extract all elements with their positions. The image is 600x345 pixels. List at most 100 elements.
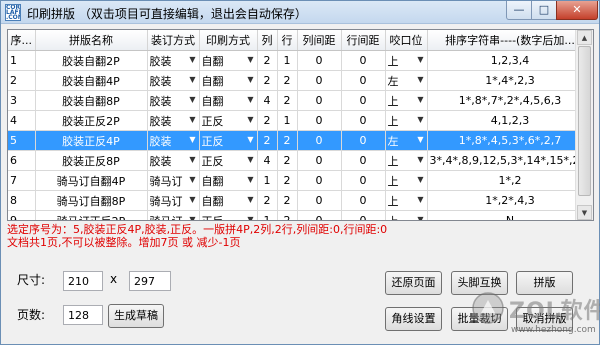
cell-no[interactable]: 3: [8, 90, 36, 111]
col-header-col-gap[interactable]: 列间距: [297, 30, 342, 51]
cell-grip[interactable]: 上 ▼: [385, 170, 428, 191]
impose-button[interactable]: 拼版: [516, 271, 573, 295]
table-row[interactable]: 4 胶装正反2P 胶装 ▼ 正反 ▼ 2 1 0 0 上 ▼ 4,1,2,3: [8, 110, 593, 131]
dropdown-arrow-icon[interactable]: ▼: [189, 155, 195, 164]
height-input[interactable]: 297: [129, 271, 171, 291]
cell-grip[interactable]: 上 ▼: [385, 190, 428, 211]
cell-order[interactable]: 3*,4*,8,9,12,5,3*,14*,15*,2*,6: [427, 150, 593, 171]
cell-print[interactable]: 正反 ▼: [199, 210, 258, 220]
cell-grip[interactable]: 左 ▼: [385, 130, 428, 151]
dropdown-arrow-icon[interactable]: ▼: [189, 115, 195, 124]
scroll-thumb[interactable]: [578, 46, 591, 196]
cell-cols[interactable]: 1: [257, 170, 278, 191]
cell-rows[interactable]: 2: [277, 190, 298, 211]
dropdown-arrow-icon[interactable]: ▼: [247, 55, 253, 64]
cell-binding[interactable]: 胶装 ▼: [147, 90, 200, 111]
cell-grip[interactable]: 上 ▼: [385, 50, 428, 71]
cell-print[interactable]: 正反 ▼: [199, 110, 258, 131]
maximize-button[interactable]: □: [531, 1, 557, 20]
dropdown-arrow-icon[interactable]: ▼: [247, 75, 253, 84]
cell-rows[interactable]: 2: [277, 70, 298, 91]
cell-rows[interactable]: 2: [277, 90, 298, 111]
cell-name[interactable]: 骑马订自翻4P: [35, 170, 148, 191]
cell-row-gap[interactable]: 0: [341, 110, 386, 131]
table-row[interactable]: 8 骑马订自翻8P 骑马订 ▼ 自翻 ▼ 2 2 0 0 上 ▼ 1*,2*,4,3: [8, 190, 593, 211]
dropdown-arrow-icon[interactable]: ▼: [189, 135, 195, 144]
col-header-rows[interactable]: 行: [277, 30, 298, 51]
cell-name[interactable]: 胶装自翻4P: [35, 70, 148, 91]
cell-no[interactable]: 9: [8, 210, 36, 220]
cell-cols[interactable]: 2: [257, 50, 278, 71]
cell-col-gap[interactable]: 0: [297, 150, 342, 171]
cell-row-gap[interactable]: 0: [341, 150, 386, 171]
cell-row-gap[interactable]: 0: [341, 50, 386, 71]
minimize-button[interactable]: —: [506, 1, 532, 20]
col-header-grip[interactable]: 咬口位: [385, 30, 428, 51]
table-row[interactable]: 1 胶装自翻2P 胶装 ▼ 自翻 ▼ 2 1 0 0 上 ▼ 1,2,3,4: [8, 50, 593, 71]
dropdown-arrow-icon[interactable]: ▼: [247, 195, 253, 204]
cell-no[interactable]: 1: [8, 50, 36, 71]
dropdown-arrow-icon[interactable]: ▼: [417, 55, 423, 64]
cell-cols[interactable]: 4: [257, 150, 278, 171]
pages-input[interactable]: 128: [63, 305, 103, 325]
cell-binding[interactable]: 胶装 ▼: [147, 130, 200, 151]
imposition-grid[interactable]: 序... 拼版名称 装订方式 印刷方式 列 行 列间距 行间距 咬口位 排序字符…: [7, 29, 594, 221]
cell-cols[interactable]: 2: [257, 130, 278, 151]
dropdown-arrow-icon[interactable]: ▼: [247, 175, 253, 184]
cell-rows[interactable]: 2: [277, 170, 298, 191]
dropdown-arrow-icon[interactable]: ▼: [189, 95, 195, 104]
cell-cols[interactable]: 1: [257, 210, 278, 220]
cell-col-gap[interactable]: 0: [297, 70, 342, 91]
dropdown-arrow-icon[interactable]: ▼: [189, 75, 195, 84]
col-header-print[interactable]: 印刷方式: [199, 30, 258, 51]
cell-rows[interactable]: 2: [277, 150, 298, 171]
dropdown-arrow-icon[interactable]: ▼: [189, 195, 195, 204]
cell-no[interactable]: 7: [8, 170, 36, 191]
cell-col-gap[interactable]: 0: [297, 50, 342, 71]
col-header-order[interactable]: 排序字符串----(数字后加...: [427, 30, 593, 51]
cell-grip[interactable]: 上 ▼: [385, 210, 428, 220]
table-row[interactable]: 7 骑马订自翻4P 骑马订 ▼ 自翻 ▼ 1 2 0 0 上 ▼ 1*,2: [8, 170, 593, 191]
cell-binding[interactable]: 胶装 ▼: [147, 50, 200, 71]
col-header-cols[interactable]: 列: [257, 30, 278, 51]
cell-rows[interactable]: 1: [277, 50, 298, 71]
cell-grip[interactable]: 上 ▼: [385, 110, 428, 131]
cell-name[interactable]: 骑马订自翻8P: [35, 190, 148, 211]
vertical-scrollbar[interactable]: ▲ ▼: [575, 30, 593, 220]
cell-binding[interactable]: 骑马订 ▼: [147, 190, 200, 211]
cell-cols[interactable]: 2: [257, 110, 278, 131]
cell-col-gap[interactable]: 0: [297, 170, 342, 191]
cell-order[interactable]: 1*,8*,7*,2*,4,5,6,3: [427, 90, 593, 111]
cell-grip[interactable]: 上 ▼: [385, 150, 428, 171]
cell-row-gap[interactable]: 0: [341, 190, 386, 211]
restore-page-button[interactable]: 还原页面: [385, 271, 442, 295]
cell-col-gap[interactable]: 0: [297, 90, 342, 111]
cell-order[interactable]: 1*,2: [427, 170, 593, 191]
cell-row-gap[interactable]: 0: [341, 210, 386, 220]
cell-rows[interactable]: 2: [277, 210, 298, 220]
scroll-up-arrow-icon[interactable]: ▲: [577, 30, 592, 45]
cell-no[interactable]: 4: [8, 110, 36, 131]
dropdown-arrow-icon[interactable]: ▼: [417, 95, 423, 104]
table-row[interactable]: 2 胶装自翻4P 胶装 ▼ 自翻 ▼ 2 2 0 0 左 ▼ 1*,4*,2,3: [8, 70, 593, 91]
cell-row-gap[interactable]: 0: [341, 130, 386, 151]
cell-grip[interactable]: 左 ▼: [385, 70, 428, 91]
dropdown-arrow-icon[interactable]: ▼: [189, 215, 195, 220]
dropdown-arrow-icon[interactable]: ▼: [247, 155, 253, 164]
dropdown-arrow-icon[interactable]: ▼: [417, 195, 423, 204]
cancel-impose-button[interactable]: 取消拼版: [516, 307, 573, 331]
cell-no[interactable]: 6: [8, 150, 36, 171]
col-header-row-gap[interactable]: 行间距: [341, 30, 386, 51]
cell-print[interactable]: 自翻 ▼: [199, 70, 258, 91]
scroll-down-arrow-icon[interactable]: ▼: [577, 205, 592, 220]
table-row[interactable]: 6 胶装正反8P 胶装 ▼ 正反 ▼ 4 2 0 0 上 ▼ 3*,4*,8,9,12,5,3*,14*…: [8, 150, 593, 171]
cell-no[interactable]: 8: [8, 190, 36, 211]
dropdown-arrow-icon[interactable]: ▼: [247, 115, 253, 124]
col-header-binding[interactable]: 装订方式: [147, 30, 200, 51]
dropdown-arrow-icon[interactable]: ▼: [417, 75, 423, 84]
dropdown-arrow-icon[interactable]: ▼: [417, 135, 423, 144]
dropdown-arrow-icon[interactable]: ▼: [417, 175, 423, 184]
dropdown-arrow-icon[interactable]: ▼: [247, 135, 253, 144]
cell-row-gap[interactable]: 0: [341, 70, 386, 91]
table-row[interactable]: 5 胶装正反4P 胶装 ▼ 正反 ▼ 2 2 0 0 左 ▼ 1*,8*,4,5,3*,6*,2,7: [8, 130, 593, 151]
